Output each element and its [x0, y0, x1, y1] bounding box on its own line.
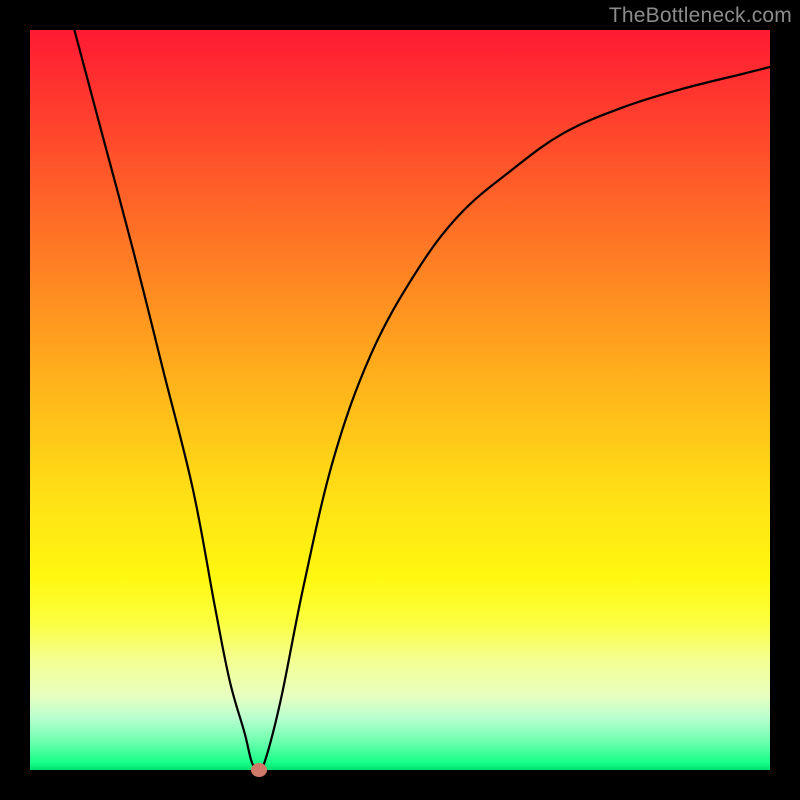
- watermark-text: TheBottleneck.com: [609, 4, 792, 28]
- bottleneck-curve: [74, 30, 770, 770]
- chart-frame: TheBottleneck.com: [0, 0, 800, 800]
- plot-area: [30, 30, 770, 770]
- curve-layer: [30, 30, 770, 770]
- minimum-marker: [251, 763, 267, 777]
